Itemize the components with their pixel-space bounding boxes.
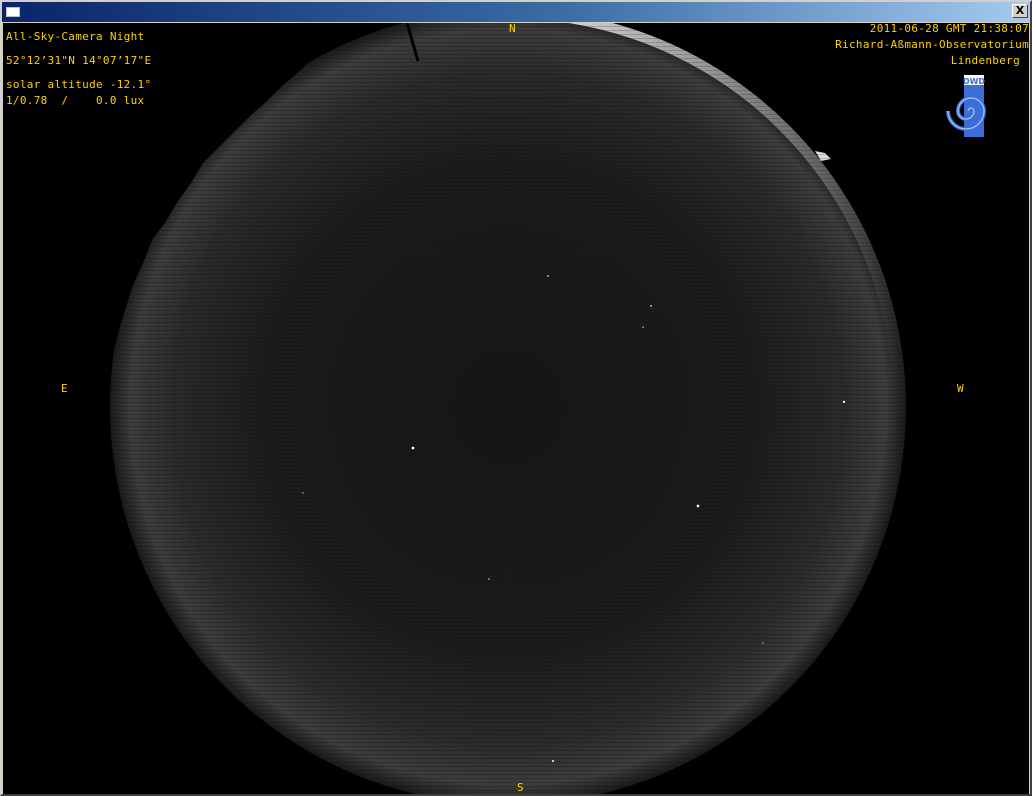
dwd-logo-text: DWD <box>963 77 985 86</box>
exposure-label: 1/0.78 / 0.0 lux <box>6 94 145 107</box>
sky-dome-disc <box>110 23 906 794</box>
sky-dome <box>3 23 906 794</box>
solar-altitude-label: solar altitude -12.1° <box>6 78 152 91</box>
dwd-logo: DWD <box>946 75 987 137</box>
datetime-label: 2011-06-28 GMT 21:38:07 <box>869 23 1029 35</box>
close-button[interactable]: X <box>1012 4 1028 18</box>
camera-title: All-Sky-Camera Night <box>6 30 145 43</box>
all-sky-image: All-Sky-Camera Night 52°12’31"N 14°07’17… <box>3 23 1029 794</box>
compass-south: S <box>517 781 524 794</box>
app-window: X All-Sky-Camera Night 52°12’31"N 14°07’… <box>0 0 1032 796</box>
location-label: Lindenberg <box>950 54 1020 67</box>
compass-east: E <box>61 382 68 395</box>
system-menu-icon[interactable] <box>6 7 20 17</box>
title-bar[interactable]: X <box>2 2 1030 22</box>
compass-west: W <box>957 382 964 395</box>
coordinates-label: 52°12’31"N 14°07’17"E <box>6 54 152 67</box>
observatory-label: Richard-Aßmann-Observatorium <box>835 38 1029 51</box>
compass-north: N <box>509 23 516 35</box>
